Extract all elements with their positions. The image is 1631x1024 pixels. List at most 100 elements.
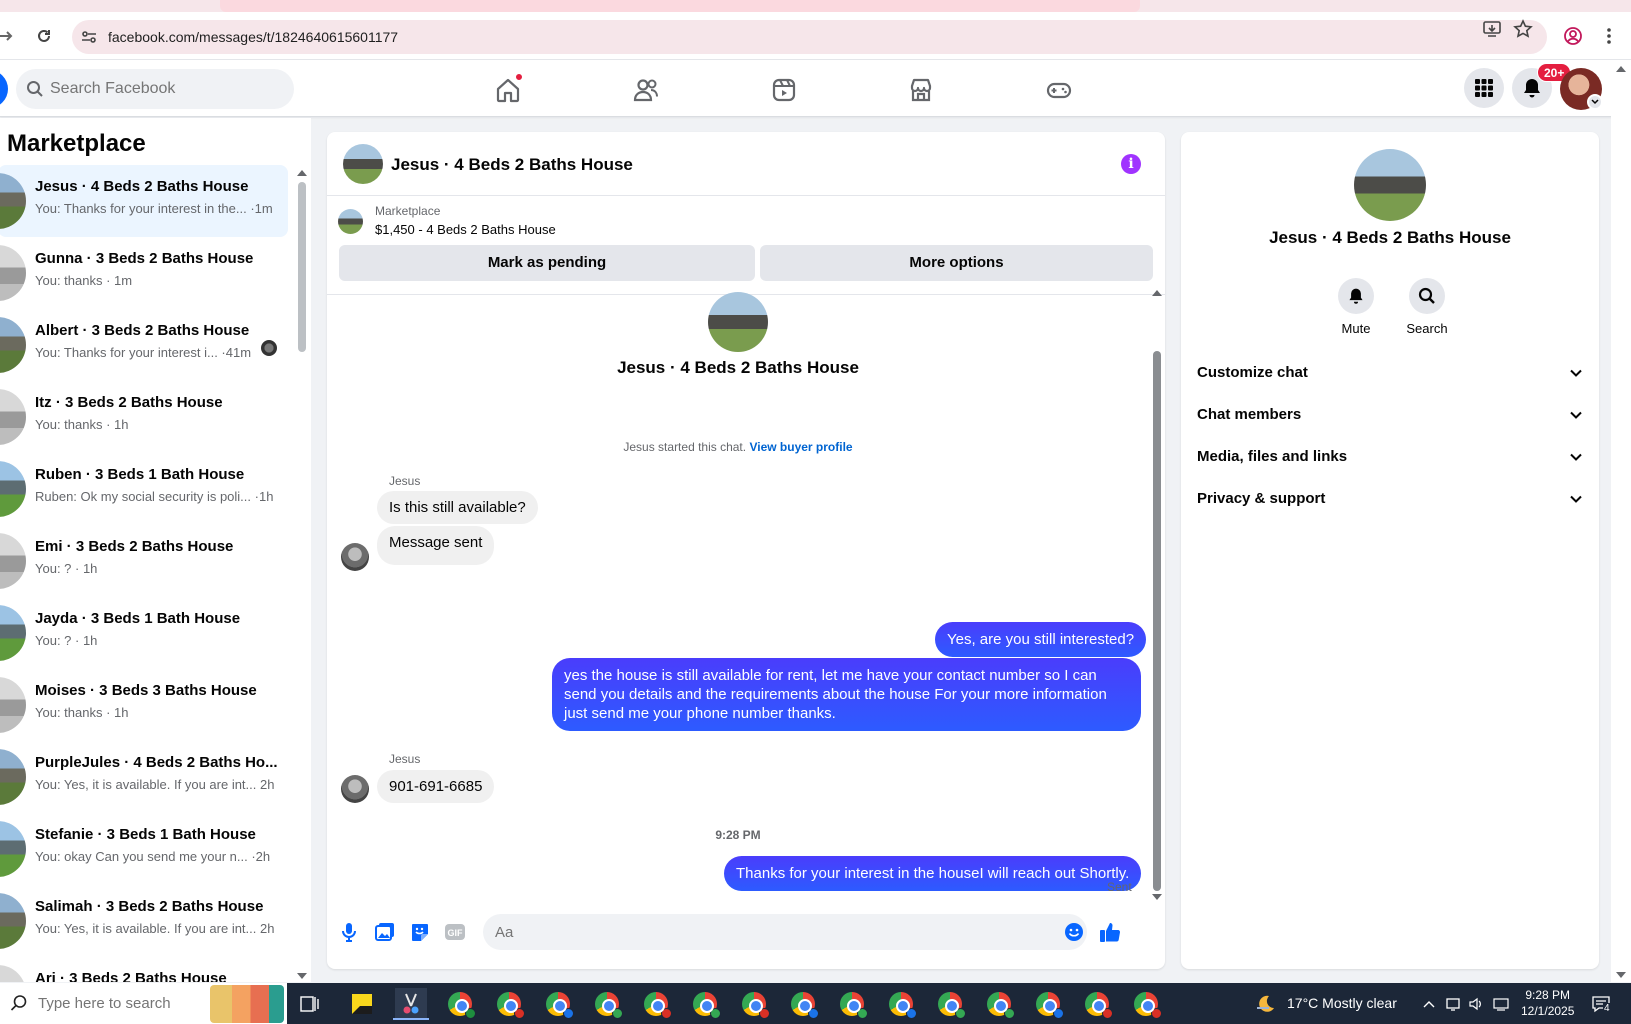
forward-icon[interactable] — [0, 24, 18, 48]
listing-price[interactable]: $1,450 - 4 Beds 2 Baths House — [375, 222, 556, 237]
sender-avatar[interactable] — [341, 775, 369, 803]
facebook-logo[interactable] — [0, 70, 8, 108]
like-thumb-icon[interactable] — [1098, 920, 1122, 944]
sticker-icon[interactable] — [408, 920, 432, 944]
gif-icon[interactable]: GIF — [443, 920, 467, 944]
thread-scroll-down-arrow[interactable] — [1152, 894, 1162, 900]
install-app-icon[interactable] — [1482, 19, 1502, 39]
chrome-window-icon[interactable] — [689, 988, 721, 1020]
conversation-header-avatar[interactable] — [343, 144, 383, 184]
scroll-down-arrow[interactable] — [297, 973, 307, 979]
listing-thumbnail[interactable] — [338, 209, 363, 234]
chrome-window-icon[interactable] — [836, 988, 868, 1020]
nav-home-icon[interactable] — [490, 72, 526, 108]
chrome-window-icon[interactable] — [983, 988, 1015, 1020]
thread-scroll-up-arrow[interactable] — [1152, 290, 1162, 296]
conversation-item[interactable]: PurpleJules · 4 Beds 2 Baths Ho... You: … — [0, 741, 288, 813]
browser-menu-icon[interactable] — [1597, 24, 1621, 48]
address-bar[interactable]: facebook.com/messages/t/1824640615601177 — [72, 20, 1547, 54]
search-in-conversation-button[interactable]: Search — [1397, 278, 1457, 336]
message-input[interactable] — [483, 914, 1087, 950]
page-scroll-up-arrow[interactable] — [1616, 66, 1626, 72]
emoji-icon[interactable] — [1062, 920, 1086, 944]
nav-video-icon[interactable] — [766, 72, 802, 108]
media-files-links-section[interactable]: Media, files and links — [1197, 438, 1583, 478]
nav-friends-icon[interactable] — [628, 72, 664, 108]
menu-grid-button[interactable] — [1464, 68, 1504, 108]
conversation-item[interactable]: Stefanie · 3 Beds 1 Bath House You: okay… — [0, 813, 288, 885]
conversation-header-title[interactable]: Jesus · 4 Beds 2 Baths House — [391, 155, 633, 175]
chrome-window-icon[interactable] — [493, 988, 525, 1020]
chrome-window-icon[interactable] — [542, 988, 574, 1020]
customize-chat-section[interactable]: Customize chat — [1197, 354, 1583, 394]
reload-icon[interactable] — [32, 24, 56, 48]
privacy-support-section[interactable]: Privacy & support — [1197, 480, 1583, 520]
outgoing-message[interactable]: yes the house is still available for ren… — [552, 658, 1141, 731]
chat-members-section[interactable]: Chat members — [1197, 396, 1583, 436]
thread-scrollbar[interactable] — [1153, 351, 1161, 891]
chat-list-scrollbar[interactable] — [298, 182, 306, 352]
meet-now-icon[interactable] — [1444, 995, 1462, 1013]
info-icon[interactable]: i — [1121, 154, 1141, 174]
chevron-down-icon[interactable] — [1587, 94, 1603, 110]
scroll-up-arrow[interactable] — [297, 170, 307, 176]
view-buyer-profile-link[interactable]: View buyer profile — [749, 440, 852, 454]
chrome-window-icon[interactable] — [1081, 988, 1113, 1020]
chrome-window-icon[interactable] — [885, 988, 917, 1020]
outgoing-message[interactable]: Thanks for your interest in the houseI w… — [724, 856, 1142, 891]
chrome-window-icon[interactable] — [738, 988, 770, 1020]
more-options-button[interactable]: More options — [760, 245, 1153, 281]
outgoing-message[interactable]: Yes, are you still interested? — [935, 622, 1147, 657]
chrome-window-icon[interactable] — [591, 988, 623, 1020]
conversation-item[interactable]: Jesus · 4 Beds 2 Baths House You: Thanks… — [0, 165, 288, 237]
chrome-window-icon[interactable] — [934, 988, 966, 1020]
bookmark-star-icon[interactable] — [1513, 19, 1533, 39]
conversation-item[interactable]: Gunna · 3 Beds 2 Baths House You: thanks… — [0, 237, 288, 309]
incoming-message[interactable]: 901-691-6685 — [377, 770, 495, 803]
taskbar-clock[interactable]: 9:28 PM 12/1/2025 — [1521, 987, 1574, 1019]
chrome-window-icon[interactable] — [787, 988, 819, 1020]
network-icon[interactable] — [1492, 995, 1510, 1013]
incoming-message[interactable]: Is this still available? — [377, 491, 538, 524]
photo-icon[interactable] — [373, 920, 397, 944]
nav-marketplace-icon[interactable] — [903, 72, 939, 108]
mark-as-pending-button[interactable]: Mark as pending — [339, 245, 755, 281]
facebook-search[interactable] — [16, 69, 294, 109]
taskbar-search[interactable] — [0, 983, 287, 1024]
conversation-item[interactable]: Moises · 3 Beds 3 Baths House You: thank… — [0, 669, 288, 741]
chrome-window-icon[interactable] — [1032, 988, 1064, 1020]
chrome-window-icon[interactable] — [1130, 988, 1162, 1020]
snipping-tool-icon[interactable] — [393, 988, 429, 1020]
facebook-search-input[interactable] — [50, 69, 280, 109]
volume-icon[interactable] — [1467, 995, 1485, 1013]
action-center-icon[interactable]: 4 — [1590, 993, 1612, 1015]
details-avatar[interactable] — [1354, 149, 1426, 221]
nav-gaming-icon[interactable] — [1041, 72, 1077, 108]
conversation-item[interactable]: Albert · 3 Beds 2 Baths House You: Thank… — [0, 309, 288, 381]
chrome-window-icon[interactable] — [640, 988, 672, 1020]
mute-button[interactable]: Mute — [1326, 278, 1386, 336]
conversation-item[interactable]: Ari · 3 Beds 2 Baths House — [0, 957, 288, 982]
conversation-item[interactable]: Ruben · 3 Beds 1 Bath House Ruben: Ok my… — [0, 453, 288, 525]
site-settings-icon[interactable] — [80, 28, 98, 46]
sender-avatar[interactable] — [341, 543, 369, 571]
browser-tabs[interactable] — [220, 0, 1140, 12]
task-view-icon[interactable] — [294, 988, 326, 1020]
conversation-avatar — [0, 821, 26, 877]
page-scrollbar[interactable] — [1611, 64, 1631, 982]
page-scroll-down-arrow[interactable] — [1616, 972, 1626, 978]
incoming-message[interactable]: Message sent — [377, 526, 495, 565]
microphone-icon[interactable] — [337, 920, 361, 944]
conversation-item[interactable]: Jayda · 3 Beds 1 Bath House You: ? · 1h — [0, 597, 288, 669]
conversation-item[interactable]: Itz · 3 Beds 2 Baths House You: thanks ·… — [0, 381, 288, 453]
sticky-notes-icon[interactable] — [346, 988, 378, 1020]
chrome-window-icon[interactable] — [444, 988, 476, 1020]
weather-moon-icon[interactable] — [1255, 993, 1277, 1015]
taskbar-search-input[interactable] — [38, 991, 208, 1015]
conversation-item[interactable]: Emi · 3 Beds 2 Baths House You: ? · 1h — [0, 525, 288, 597]
conversation-item[interactable]: Salimah · 3 Beds 2 Baths House You: Yes,… — [0, 885, 288, 957]
weather-text[interactable]: 17°C Mostly clear — [1287, 995, 1397, 1011]
conversation-snippet: You: Thanks for your interest i... ·41m — [35, 345, 252, 360]
show-hidden-icons-icon[interactable] — [1420, 995, 1438, 1013]
profile-icon[interactable] — [1561, 24, 1585, 48]
